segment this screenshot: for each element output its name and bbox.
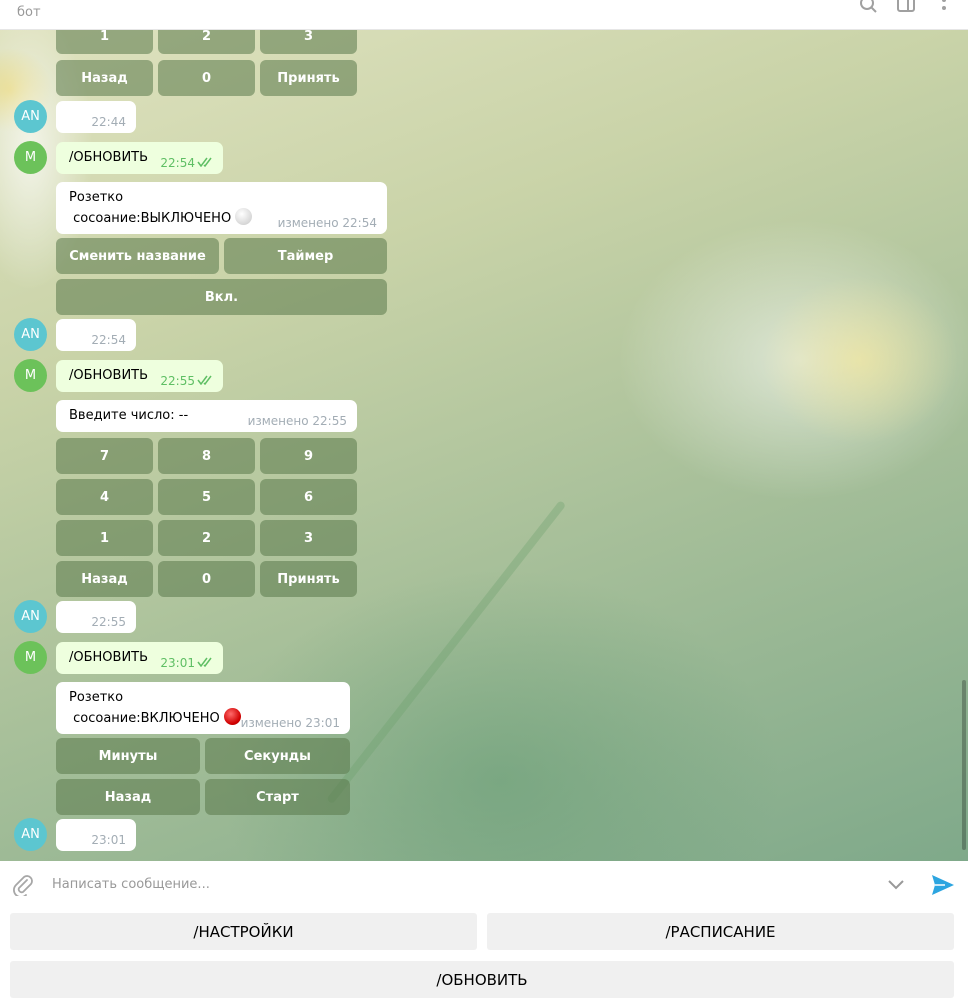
chat-scrollbar[interactable] bbox=[962, 30, 966, 861]
timer-button[interactable]: Таймер bbox=[224, 238, 387, 274]
chat-subtitle: бот bbox=[17, 5, 41, 20]
message-bubble: 22:55 bbox=[56, 601, 136, 633]
user-avatar[interactable]: AN bbox=[14, 100, 47, 133]
message-bubble: /ОБНОВИТЬ 22:55 bbox=[56, 360, 223, 392]
inline-button[interactable]: Назад bbox=[56, 60, 153, 96]
double-check-icon bbox=[197, 375, 212, 385]
more-vertical-icon[interactable] bbox=[934, 0, 956, 16]
message-bubble: 22:44 bbox=[56, 101, 136, 133]
minutes-button[interactable]: Минуты bbox=[56, 738, 200, 774]
seconds-button[interactable]: Секунды bbox=[205, 738, 350, 774]
message-line: Розетко bbox=[69, 690, 124, 705]
keypad-button-5[interactable]: 5 bbox=[158, 479, 255, 515]
status-text: сосоание:ВКЛЮЧЕНО bbox=[69, 711, 220, 726]
inline-button[interactable]: 0 bbox=[158, 60, 255, 96]
send-icon[interactable] bbox=[931, 874, 955, 896]
message-bubble: Введите число: -- изменено 22:55 bbox=[56, 400, 357, 432]
keypad-accept-button[interactable]: Принять bbox=[260, 561, 357, 597]
chat-header: бот bbox=[0, 0, 968, 30]
keypad-button-3[interactable]: 3 bbox=[260, 520, 357, 556]
settings-command-button[interactable]: /НАСТРОЙКИ bbox=[10, 913, 477, 950]
start-button[interactable]: Старт bbox=[205, 779, 350, 815]
message-time: 22:54 bbox=[91, 333, 126, 347]
double-check-icon bbox=[197, 657, 212, 667]
message-text: /ОБНОВИТЬ bbox=[69, 650, 149, 665]
user-avatar[interactable]: AN bbox=[14, 600, 47, 633]
keypad-button-1[interactable]: 1 bbox=[56, 520, 153, 556]
keypad-button-6[interactable]: 6 bbox=[260, 479, 357, 515]
message-bubble: Розетко сосоание:ВКЛЮЧЕНО изменено 23:01 bbox=[56, 682, 350, 734]
inline-button[interactable]: Принять bbox=[260, 60, 357, 96]
message-line: Розетко bbox=[69, 190, 124, 205]
keypad-back-button[interactable]: Назад bbox=[56, 561, 153, 597]
white-circle-icon bbox=[235, 208, 253, 225]
search-icon[interactable] bbox=[857, 0, 879, 16]
message-bubble: /ОБНОВИТЬ 23:01 bbox=[56, 642, 223, 674]
message-text: /ОБНОВИТЬ bbox=[69, 368, 149, 383]
message-text: Введите число: -- bbox=[69, 408, 189, 423]
message-time: 22:55 bbox=[91, 615, 126, 629]
message-bubble: /ОБНОВИТЬ 22:54 bbox=[56, 142, 223, 174]
bot-avatar[interactable]: M bbox=[14, 141, 47, 174]
keypad-button-4[interactable]: 4 bbox=[56, 479, 153, 515]
sidebar-icon[interactable] bbox=[895, 0, 917, 16]
message-bubble: 22:54 bbox=[56, 319, 136, 351]
chat-history[interactable]: 1 2 3 Назад 0 Принять AN 22:44 M /ОБНОВИ… bbox=[0, 30, 968, 861]
message-time: 22:55 bbox=[160, 374, 195, 388]
bot-avatar[interactable]: M bbox=[14, 641, 47, 674]
keypad-button-2[interactable]: 2 bbox=[158, 520, 255, 556]
inline-button[interactable]: 3 bbox=[260, 30, 357, 54]
double-check-icon bbox=[197, 157, 212, 167]
background-stem bbox=[326, 500, 567, 805]
back-button[interactable]: Назад bbox=[56, 779, 200, 815]
inline-button[interactable]: 1 bbox=[56, 30, 153, 54]
status-text: сосоание:ВЫКЛЮЧЕНО bbox=[69, 211, 232, 226]
message-line: сосоание:ВКЛЮЧЕНО bbox=[69, 708, 241, 726]
message-input[interactable] bbox=[52, 873, 832, 895]
message-bubble: 23:01 bbox=[56, 819, 136, 851]
inline-button[interactable]: 2 bbox=[158, 30, 255, 54]
chevron-down-icon[interactable] bbox=[886, 878, 906, 892]
message-bubble: Розетко сосоание:ВЫКЛЮЧЕНО изменено 22:5… bbox=[56, 182, 387, 234]
bot-avatar[interactable]: M bbox=[14, 359, 47, 392]
message-composer bbox=[0, 861, 968, 907]
message-time: 22:44 bbox=[91, 115, 126, 129]
turn-on-button[interactable]: Вкл. bbox=[56, 279, 387, 315]
message-line: сосоание:ВЫКЛЮЧЕНО bbox=[69, 208, 253, 226]
schedule-command-button[interactable]: /РАСПИСАНИЕ bbox=[487, 913, 954, 950]
message-text: /ОБНОВИТЬ bbox=[69, 150, 149, 165]
scrollbar-thumb[interactable] bbox=[962, 680, 966, 850]
message-time: 23:01 bbox=[160, 656, 195, 670]
user-avatar[interactable]: AN bbox=[14, 818, 47, 851]
red-circle-icon bbox=[223, 708, 241, 725]
message-time: изменено 22:55 bbox=[247, 414, 347, 428]
reply-keyboard: /НАСТРОЙКИ /РАСПИСАНИЕ /ОБНОВИТЬ bbox=[0, 907, 968, 1001]
message-time: изменено 23:01 bbox=[240, 716, 340, 730]
keypad-button-9[interactable]: 9 bbox=[260, 438, 357, 474]
keypad-button-0[interactable]: 0 bbox=[158, 561, 255, 597]
keypad-button-8[interactable]: 8 bbox=[158, 438, 255, 474]
rename-button[interactable]: Сменить название bbox=[56, 238, 219, 274]
message-time: 22:54 bbox=[160, 156, 195, 170]
refresh-command-button[interactable]: /ОБНОВИТЬ bbox=[10, 961, 954, 998]
user-avatar[interactable]: AN bbox=[14, 318, 47, 351]
message-time: изменено 22:54 bbox=[277, 216, 377, 230]
message-time: 23:01 bbox=[91, 833, 126, 847]
keypad-button-7[interactable]: 7 bbox=[56, 438, 153, 474]
paperclip-icon[interactable] bbox=[12, 874, 34, 896]
